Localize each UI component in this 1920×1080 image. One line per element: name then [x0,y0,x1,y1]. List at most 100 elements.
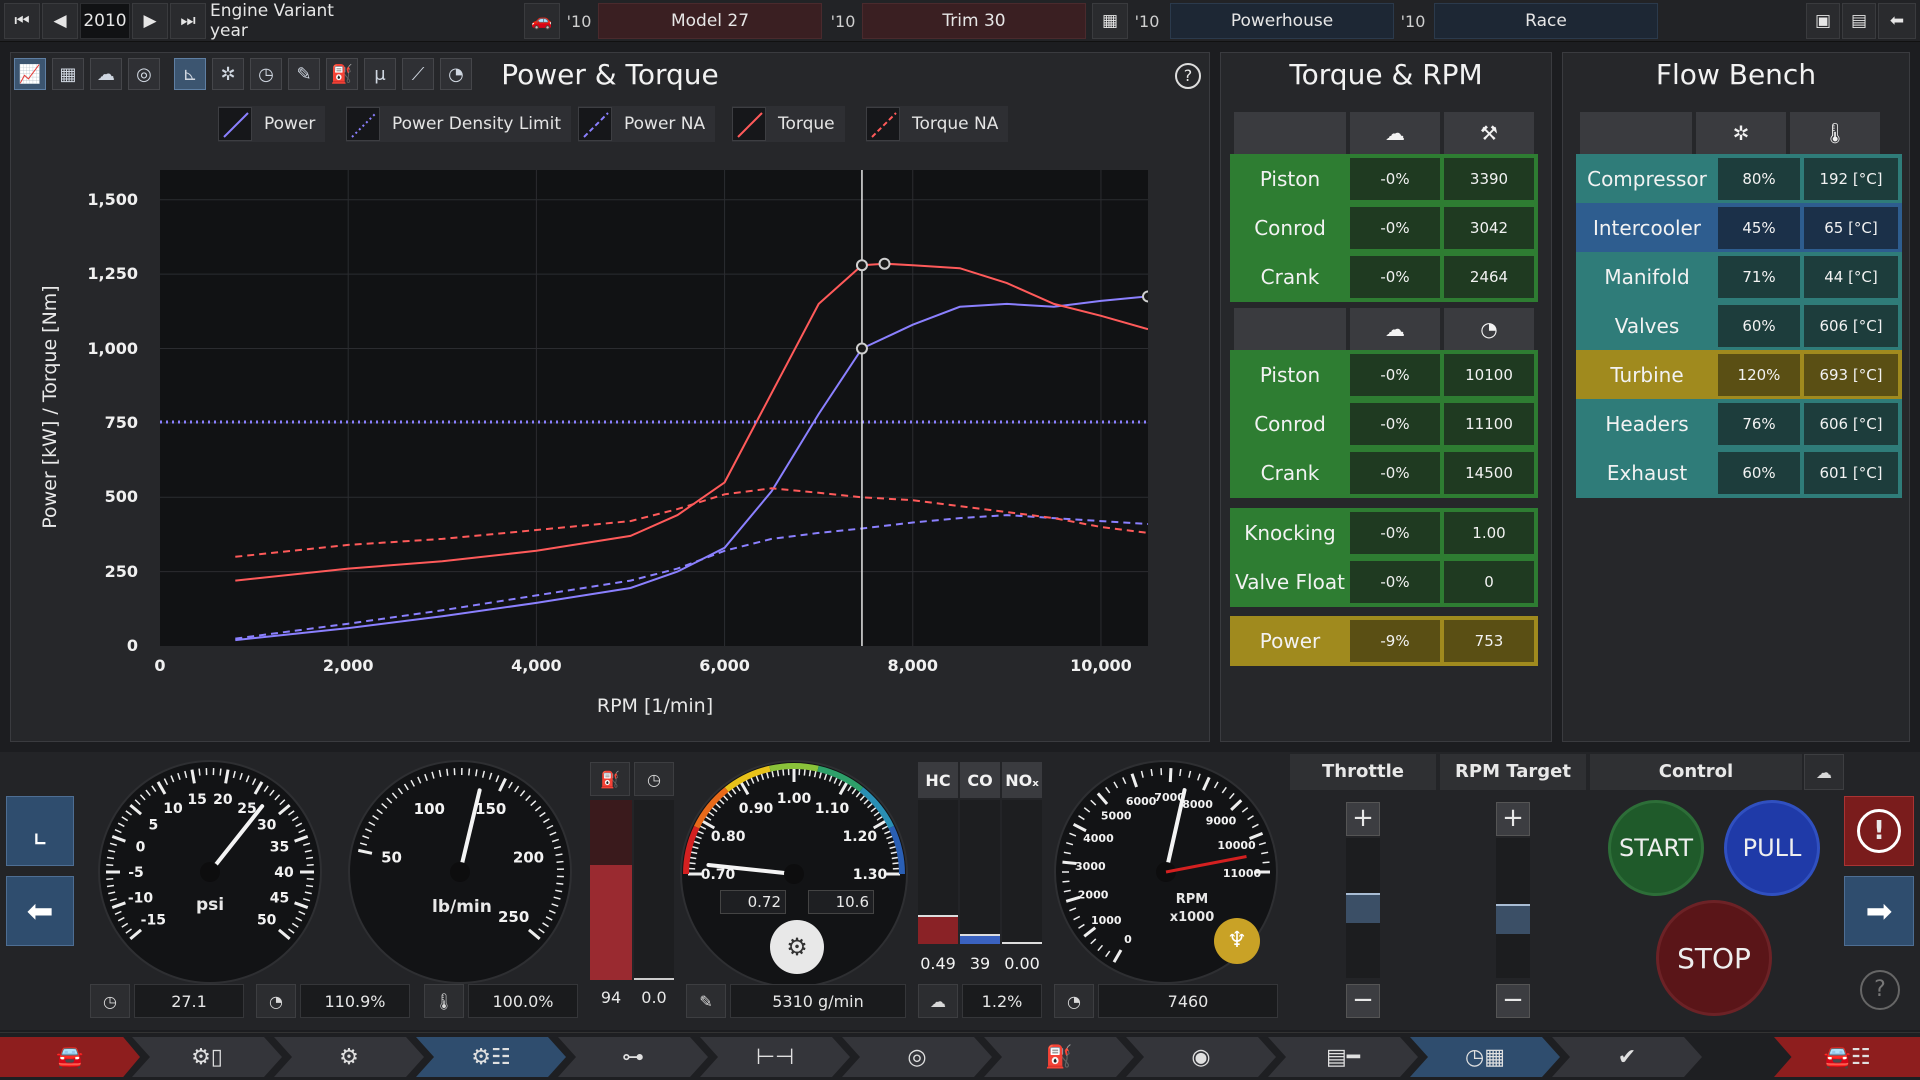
fuel-icon[interactable]: ⛽ [326,58,358,90]
gauge-tick [891,856,899,860]
speedometer-icon[interactable]: ◔ [440,58,472,90]
tachometer-icon[interactable]: ◔ [1054,984,1094,1018]
emission-value: 0.49 [920,953,956,973]
cloud-toggle-icon[interactable]: ☁ [1804,754,1844,790]
legend-power-density-limit[interactable]: Power Density Limit [346,106,571,142]
grid-view-icon[interactable]: ▦ [52,58,84,90]
mu-icon[interactable]: μ [364,58,396,90]
legend-torque-na[interactable]: Torque NA [866,106,1009,142]
start-button[interactable]: START [1608,800,1704,896]
gauge-tick [381,803,388,809]
prev-icon[interactable]: ◀ [42,3,78,39]
temperature-header-icon[interactable]: 🌡 [1790,112,1880,154]
fuel-pump-icon[interactable]: ⛽ [590,762,630,796]
gauge-tick [151,785,157,793]
nav-valvetrain-icon[interactable]: ⊢⊣ [700,1037,850,1077]
turbo-icon[interactable]: ◎ [128,58,160,90]
powerhouse-selector[interactable]: Powerhouse [1170,3,1394,39]
nav-engine-family-icon[interactable]: ⚙▯ [132,1037,282,1077]
valve-icon[interactable]: ⟋ [402,58,434,90]
airflow-readout: 110.9% [300,984,410,1018]
axis-icon[interactable]: ⊾ [174,58,206,90]
gauge-settings-icon[interactable]: ◷ [90,984,130,1018]
nav-tune-icon[interactable]: ⚙☷ [416,1037,566,1077]
graph-view-icon[interactable]: 📈 [14,58,46,90]
nav-crank-icon[interactable]: ⊶ [558,1037,708,1077]
first-icon[interactable]: ⏮ [4,3,40,39]
next-icon[interactable]: ▶ [132,3,168,39]
rpm-plus-button[interactable]: + [1496,802,1530,836]
gauge-tick [1241,807,1249,813]
intercooler-icon[interactable]: ✲ [212,58,244,90]
exhaust-icon[interactable]: ☁ [918,984,958,1018]
rpm-icon-2[interactable]: ◔ [1444,308,1534,350]
gauge-tick [867,802,874,809]
calculator-icon[interactable]: ▤ [1842,3,1876,39]
camera-icon[interactable]: ▣ [1806,3,1840,39]
warning-icon[interactable]: ! [1844,796,1914,866]
emission-bar [960,800,1000,944]
rpm-target-handle[interactable] [1496,904,1530,934]
engine-icon[interactable]: ⚙ [770,920,824,974]
intercooler-header-icon[interactable]: ✲ [1696,112,1786,154]
cloud-icon[interactable]: ☁ [90,58,122,90]
graph-mode-icon[interactable]: ⌞ [6,796,74,866]
temperature-icon[interactable]: 🌡 [424,984,464,1018]
help-bottom-icon[interactable]: ? [1860,970,1900,1010]
nav-car-icon[interactable]: 🚘 [0,1037,140,1077]
gauge-icon[interactable]: ◷ [250,58,282,90]
top-bar: ⏮ ◀ 2010 ▶ ⏭ Engine Variant year 🚗 '10 M… [0,0,1920,42]
nav-fuel-icon[interactable]: ⛽ [984,1037,1134,1077]
nav-export-icon[interactable]: 🚘☷ [1774,1037,1920,1077]
timer-icon[interactable]: ◷ [634,762,674,796]
nav-exhaust-icon[interactable]: ▤━ [1268,1037,1418,1077]
gauge-tick [887,840,896,845]
model-selector[interactable]: Model 27 [598,3,822,39]
rev-limiter-icon[interactable]: ♆ [1214,918,1260,964]
back-icon[interactable]: ⬅ [1878,3,1916,39]
year-field[interactable]: 2010 [80,3,130,39]
nav-block-icon[interactable]: ⚙ [274,1037,424,1077]
torque-icon-2[interactable]: ⚒ [1444,112,1534,154]
torque-icon-1[interactable]: ☁ [1350,112,1440,154]
row-value: 2464 [1444,256,1534,298]
dial-icon[interactable]: ◔ [256,984,296,1018]
gauge-tick [534,805,542,812]
gauge-tick [108,891,116,895]
rpm-target-slider[interactable] [1496,838,1530,978]
nav-intake-icon[interactable]: ◉ [1126,1037,1276,1077]
nav-finish-icon[interactable]: ✔ [1552,1037,1702,1077]
legend-power-na[interactable]: Power NA [578,106,716,142]
rpm-minus-button[interactable]: − [1496,984,1530,1018]
next-page-icon[interactable]: ➡ [1844,876,1914,946]
gauge-tick [838,779,843,787]
throttle-minus-button[interactable]: − [1346,984,1380,1018]
gauge-tick [1150,768,1153,777]
spark-plug-icon[interactable]: ✎ [686,984,726,1018]
gauge-tick [305,884,314,888]
legend-power[interactable]: Power [218,106,326,142]
gauge-tick [707,811,715,817]
car-icon[interactable]: 🚗 [524,3,560,39]
stop-button[interactable]: STOP [1656,900,1772,1016]
prev-page-icon[interactable]: ⬅ [6,876,74,946]
gauge-tick [704,815,712,821]
legend-torque[interactable]: Torque [732,106,845,142]
rpm-icon-1[interactable]: ☁ [1350,308,1440,350]
airflow-gauge: 50 100 150 200 250 [348,760,572,984]
race-selector[interactable]: Race [1434,3,1658,39]
nav-turbo-icon[interactable]: ◎ [842,1037,992,1077]
help-icon[interactable]: ? [1175,63,1201,89]
engine-block-icon[interactable]: ▦ [1092,3,1128,39]
spark-icon[interactable]: ✎ [288,58,320,90]
nav-dyno-icon[interactable]: ◷▦ [1410,1037,1560,1077]
pull-button[interactable]: PULL [1724,800,1820,896]
gauge-tick [539,811,546,818]
throttle-slider[interactable] [1346,838,1380,978]
throttle-plus-button[interactable]: + [1346,802,1380,836]
throttle-handle[interactable] [1346,893,1380,923]
trim-selector[interactable]: Trim 30 [862,3,1086,39]
last-icon[interactable]: ⏭ [170,3,206,39]
model-year: '10 [566,11,592,31]
chart-plot-area[interactable] [160,170,1154,646]
